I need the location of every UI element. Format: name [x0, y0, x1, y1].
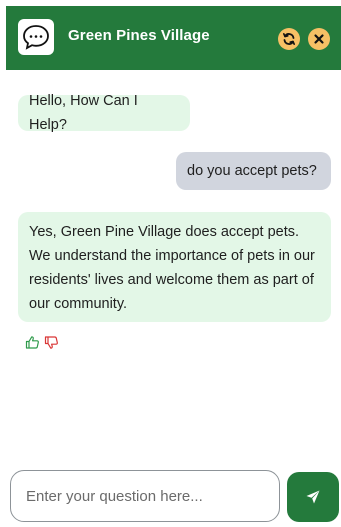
chat-header: Green Pines Village [6, 6, 341, 70]
refresh-icon [283, 33, 295, 45]
thumbs-down-icon[interactable] [44, 335, 59, 350]
send-icon [306, 490, 320, 504]
send-button[interactable] [287, 472, 339, 522]
refresh-button[interactable] [278, 28, 300, 50]
close-button[interactable] [308, 28, 330, 50]
bot-message: Yes, Green Pine Village does accept pets… [18, 212, 331, 322]
message-feedback [25, 335, 59, 350]
chat-title: Green Pines Village [68, 27, 210, 44]
chat-bubble-icon [18, 19, 54, 55]
question-input[interactable] [10, 470, 280, 522]
chat-widget: Green Pines Village Hello, How Can I Hel… [0, 0, 341, 527]
thumbs-up-icon[interactable] [25, 335, 40, 350]
user-message: do you accept pets? [176, 152, 331, 190]
bot-message: Hello, How Can I Help? [18, 93, 190, 133]
close-icon [314, 34, 324, 44]
